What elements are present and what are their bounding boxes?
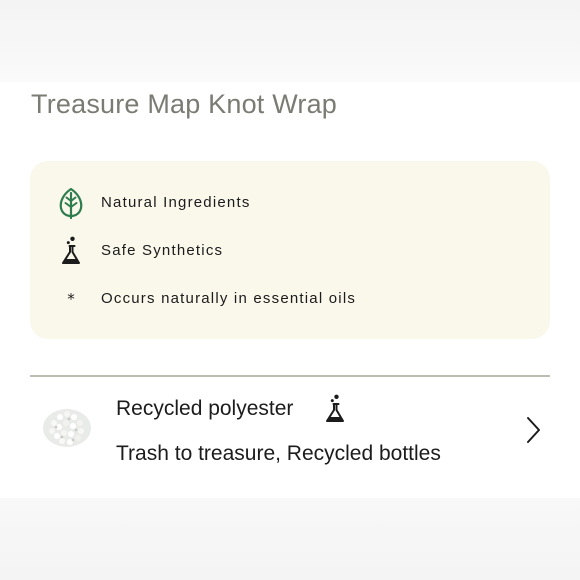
page-title: Treasure Map Knot Wrap: [31, 89, 338, 119]
polyester-pellets-image: [40, 403, 94, 451]
legend-label: Occurs naturally in essential oils: [101, 290, 357, 307]
bottom-gradient-area: [0, 498, 580, 580]
legend-label: Natural Ingredients: [101, 194, 251, 211]
top-gradient-area: [0, 0, 580, 82]
legend-item-synthetic: Safe Synthetics: [30, 235, 550, 267]
section-divider: [30, 375, 550, 377]
flask-icon: [323, 394, 347, 424]
legend-label: Safe Synthetics: [101, 242, 224, 259]
chevron-right-icon[interactable]: [523, 415, 543, 445]
flask-icon: [56, 235, 86, 267]
leaf-icon: [56, 187, 86, 219]
material-list-item[interactable]: Recycled polyester Trash to treasure, Re…: [30, 385, 550, 481]
legend-item-essential-oils: * Occurs naturally in essential oils: [30, 283, 550, 315]
ingredient-legend-card: Natural Ingredients Safe Synthetics * Oc…: [30, 161, 550, 339]
material-name: Recycled polyester: [116, 397, 294, 420]
material-description: Trash to treasure, Recycled bottles: [116, 442, 441, 465]
asterisk-icon: *: [67, 290, 75, 308]
legend-item-natural: Natural Ingredients: [30, 187, 550, 219]
